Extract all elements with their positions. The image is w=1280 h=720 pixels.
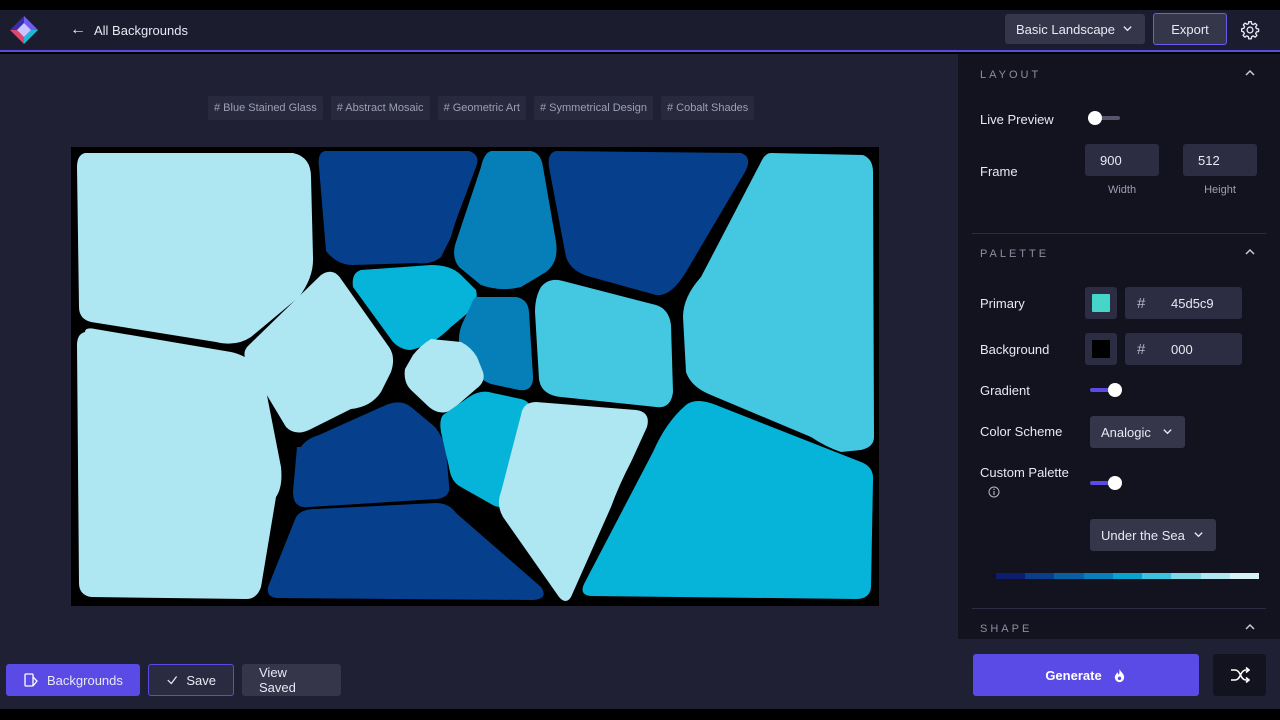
palette-swatch (1229, 573, 1259, 579)
settings-scroll-area[interactable]: LAYOUT Live Preview Frame 900 Width 512 … (958, 54, 1280, 639)
palette-swatch (1171, 573, 1201, 579)
shuffle-button[interactable] (1213, 654, 1266, 696)
letterbox-bottom (0, 709, 1280, 720)
palette-swatch (1025, 573, 1055, 579)
mosaic-svg (77, 151, 874, 601)
chevron-up-icon[interactable] (1244, 621, 1256, 633)
custom-palette-label: Custom Palette (980, 465, 1069, 480)
palette-swatch (1083, 573, 1113, 579)
mosaic-cell (77, 328, 282, 599)
chevron-down-icon (1163, 429, 1172, 435)
background-hex-input[interactable]: # 000 (1125, 333, 1242, 365)
color-scheme-value: Analogic (1101, 424, 1151, 440)
palette-section-title: PALETTE (980, 248, 1050, 260)
app-logo-icon[interactable] (6, 14, 42, 46)
shuffle-icon (1230, 667, 1250, 683)
toggle-knob (1108, 476, 1122, 490)
primary-hex-value: 45d5c9 (1171, 296, 1214, 311)
sidebar-footer: Generate (958, 639, 1280, 709)
hash-icon: # (1137, 341, 1146, 358)
hash-icon: # (1137, 295, 1146, 312)
generate-button-label: Generate (1045, 667, 1102, 683)
backgrounds-button-label: Backgrounds (47, 672, 123, 688)
live-preview-toggle[interactable] (1088, 111, 1122, 125)
letterbox-top (0, 0, 1280, 10)
preset-select-value: Basic Landscape (1016, 21, 1116, 37)
backgrounds-button[interactable]: Backgrounds (6, 664, 140, 696)
custom-palette-toggle[interactable] (1088, 476, 1122, 490)
live-preview-label: Live Preview (980, 112, 1054, 127)
mosaic-cell (535, 279, 673, 408)
layout-section-title: LAYOUT (980, 69, 1042, 81)
gradient-toggle[interactable] (1088, 383, 1122, 397)
mosaic-cell (318, 151, 478, 265)
all-backgrounds-link[interactable]: ← All Backgrounds (70, 10, 188, 50)
settings-sidebar: LAYOUT Live Preview Frame 900 Width 512 … (958, 54, 1280, 709)
backgrounds-icon (24, 673, 38, 687)
background-color-swatch[interactable] (1085, 333, 1117, 365)
export-button[interactable]: Export (1153, 13, 1227, 45)
preview-area: # Blue Stained Glass # Abstract Mosaic #… (0, 54, 958, 709)
frame-height-label: Height (1204, 184, 1236, 196)
flame-icon (1114, 668, 1124, 682)
chevron-down-icon (1194, 532, 1203, 538)
frame-width-input[interactable]: 900 (1085, 144, 1159, 176)
bottom-toolbar: Backgrounds Save View Saved (6, 664, 341, 696)
tag-chip[interactable]: # Abstract Mosaic (330, 96, 430, 120)
primary-swatch-fill (1092, 294, 1110, 312)
primary-color-swatch[interactable] (1085, 287, 1117, 319)
check-icon (167, 676, 178, 685)
save-button[interactable]: Save (148, 664, 234, 696)
tag-chip[interactable]: # Geometric Art (437, 96, 526, 120)
tag-chip[interactable]: # Cobalt Shades (660, 96, 755, 120)
tag-chip[interactable]: # Symmetrical Design (533, 96, 653, 120)
palette-swatch (1112, 573, 1143, 579)
info-icon[interactable] (988, 486, 1000, 498)
generate-button[interactable]: Generate (973, 654, 1199, 696)
frame-label: Frame (980, 164, 1018, 179)
palette-swatch (1142, 573, 1172, 579)
gear-icon[interactable] (1240, 20, 1260, 40)
palette-name-select[interactable]: Under the Sea (1090, 519, 1216, 551)
mosaic-cell (77, 153, 314, 344)
chevron-up-icon[interactable] (1244, 246, 1256, 258)
mosaic-cell (267, 503, 544, 600)
section-divider (972, 608, 1266, 609)
shape-section-title: SHAPE (980, 623, 1033, 635)
tag-list: # Blue Stained Glass # Abstract Mosaic #… (208, 96, 755, 120)
toggle-knob (1108, 383, 1122, 397)
background-color-label: Background (980, 342, 1050, 357)
gradient-label: Gradient (980, 383, 1030, 398)
palette-preview-strip (996, 573, 1259, 579)
back-link-label: All Backgrounds (94, 22, 188, 38)
primary-color-label: Primary (980, 296, 1025, 311)
background-hex-value: 000 (1171, 342, 1193, 357)
tag-chip[interactable]: # Blue Stained Glass (208, 96, 323, 120)
save-button-label: Save (186, 672, 216, 688)
palette-name-value: Under the Sea (1101, 527, 1185, 543)
mosaic-canvas[interactable] (71, 147, 879, 606)
color-scheme-label: Color Scheme (980, 424, 1063, 439)
toggle-knob (1088, 111, 1102, 125)
palette-swatch (1200, 573, 1230, 579)
preset-select[interactable]: Basic Landscape (1005, 14, 1145, 44)
background-swatch-fill (1092, 340, 1110, 358)
chevron-down-icon (1123, 26, 1132, 32)
palette-swatch (1054, 573, 1084, 579)
frame-height-input[interactable]: 512 (1183, 144, 1257, 176)
primary-hex-input[interactable]: # 45d5c9 (1125, 287, 1242, 319)
chevron-up-icon[interactable] (1244, 67, 1256, 79)
frame-width-label: Width (1107, 184, 1137, 196)
section-divider (972, 233, 1266, 234)
arrow-left-icon: ← (70, 21, 86, 38)
top-bar: ← All Backgrounds Basic Landscape Export (0, 10, 1280, 52)
view-saved-button[interactable]: View Saved (242, 664, 341, 696)
color-scheme-select[interactable]: Analogic (1090, 416, 1185, 448)
palette-swatch (996, 573, 1026, 579)
